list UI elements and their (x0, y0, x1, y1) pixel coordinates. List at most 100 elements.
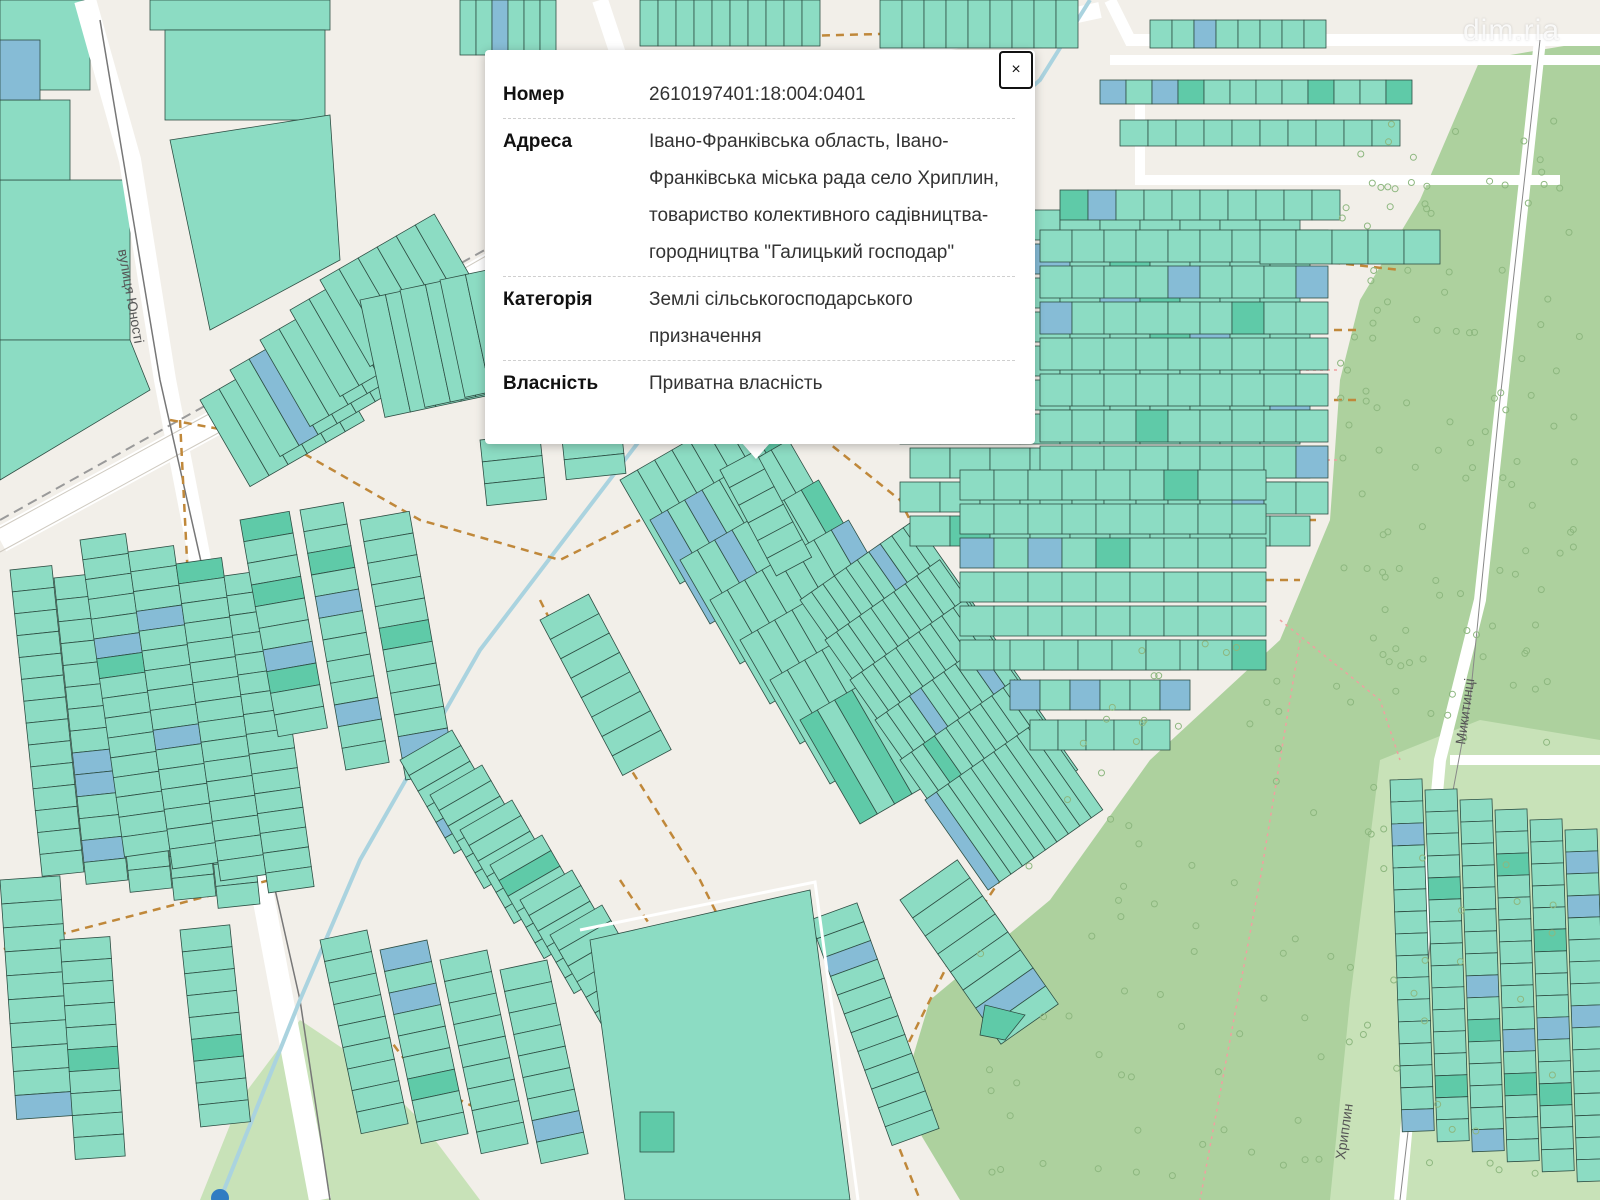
parcel[interactable] (1566, 872, 1600, 897)
parcel[interactable] (909, 515, 951, 547)
parcel[interactable] (1163, 537, 1199, 569)
parcel[interactable] (1424, 788, 1459, 813)
parcel[interactable] (1259, 229, 1297, 265)
parcel[interactable] (1468, 1040, 1502, 1065)
parcel[interactable] (1359, 79, 1387, 105)
parcel[interactable] (68, 1067, 122, 1095)
parcel[interactable] (1163, 469, 1199, 501)
parcel[interactable] (1501, 1006, 1536, 1031)
parcel[interactable] (1071, 301, 1105, 335)
parcel[interactable] (1495, 830, 1529, 855)
parcel[interactable] (1087, 189, 1117, 221)
parcel[interactable] (1499, 940, 1533, 965)
parcel[interactable] (1229, 79, 1257, 105)
parcel[interactable] (1470, 1106, 1504, 1131)
parcel[interactable] (127, 865, 173, 893)
parcel[interactable] (1499, 962, 1534, 987)
parcel[interactable] (1231, 571, 1267, 603)
parcel[interactable] (1494, 808, 1529, 833)
parcel[interactable] (1095, 571, 1131, 603)
parcel[interactable] (1071, 337, 1105, 371)
parcel[interactable] (1428, 898, 1463, 923)
parcel[interactable] (1433, 1030, 1467, 1055)
parcel[interactable] (1468, 1062, 1503, 1087)
parcel[interactable] (1199, 337, 1233, 371)
parcel[interactable] (923, 0, 947, 49)
parcel[interactable] (1311, 189, 1341, 221)
parcel[interactable] (1307, 79, 1335, 105)
parcel[interactable] (1027, 605, 1063, 637)
parcel[interactable] (0, 875, 62, 905)
parcel[interactable] (1385, 79, 1413, 105)
parcel[interactable] (1367, 229, 1405, 265)
parcel[interactable] (1199, 373, 1233, 407)
parcel[interactable] (1077, 639, 1113, 671)
parcel[interactable] (1129, 571, 1165, 603)
parcel[interactable] (993, 571, 1029, 603)
parcel[interactable] (1535, 994, 1570, 1019)
parcel[interactable] (1529, 818, 1564, 843)
parcel[interactable] (1029, 719, 1059, 751)
parcel[interactable] (1039, 229, 1073, 263)
parcel[interactable] (1394, 910, 1428, 935)
parcel[interactable] (1500, 984, 1535, 1009)
parcel[interactable] (1530, 840, 1564, 865)
parcel[interactable] (1, 899, 64, 929)
parcel[interactable] (1400, 1086, 1434, 1111)
parcel[interactable] (1197, 605, 1233, 637)
parcel[interactable] (1504, 1094, 1539, 1119)
parcel[interactable] (1263, 481, 1297, 515)
parcel[interactable] (1143, 189, 1173, 221)
parcel[interactable] (1039, 373, 1073, 407)
parcel[interactable] (1231, 469, 1267, 501)
parcel[interactable] (1167, 229, 1201, 263)
parcel[interactable] (1436, 1118, 1470, 1143)
parcel[interactable] (2, 923, 66, 953)
parcel[interactable] (1103, 337, 1137, 371)
parcel[interactable] (1197, 503, 1233, 535)
parcel[interactable] (1167, 337, 1201, 371)
parcel[interactable] (1263, 337, 1297, 371)
parcel[interactable] (1287, 119, 1317, 147)
parcel[interactable] (899, 481, 941, 513)
parcel[interactable] (1199, 265, 1233, 299)
parcel[interactable] (1498, 918, 1533, 943)
parcel[interactable] (1532, 906, 1567, 931)
parcel[interactable] (729, 0, 749, 47)
parcel[interactable] (1231, 337, 1265, 371)
parcel[interactable] (1145, 639, 1181, 671)
parcel[interactable] (1460, 820, 1494, 845)
parcel[interactable] (1011, 0, 1035, 49)
parcel[interactable] (1570, 1004, 1600, 1029)
parcel[interactable] (1315, 119, 1345, 147)
parcel[interactable] (1531, 862, 1565, 887)
parcel[interactable] (39, 849, 85, 877)
parcel[interactable] (1461, 864, 1496, 889)
parcel[interactable] (491, 0, 509, 56)
parcel[interactable] (1199, 301, 1233, 335)
parcel[interactable] (1103, 409, 1137, 443)
parcel[interactable] (959, 503, 995, 535)
parcel[interactable] (1111, 639, 1147, 671)
parcel[interactable] (747, 0, 767, 47)
parcel[interactable] (1125, 79, 1153, 105)
parcel[interactable] (1534, 972, 1569, 997)
parcel[interactable] (1567, 916, 1600, 941)
parcel[interactable] (1533, 928, 1568, 953)
parcel[interactable] (959, 571, 995, 603)
parcel[interactable] (1167, 265, 1201, 299)
parcel[interactable] (1435, 1096, 1469, 1121)
parcel[interactable] (1569, 982, 1600, 1007)
parcel[interactable] (1177, 79, 1205, 105)
parcel[interactable] (1147, 119, 1177, 147)
parcel[interactable] (1119, 119, 1149, 147)
parcel[interactable] (1390, 800, 1424, 825)
parcel[interactable] (1432, 1008, 1466, 1033)
parcel[interactable] (959, 639, 995, 671)
parcel[interactable] (1395, 954, 1430, 979)
parcel[interactable] (14, 1090, 78, 1120)
parcel[interactable] (539, 0, 557, 56)
parcel[interactable] (1071, 229, 1105, 263)
parcel[interactable] (64, 1001, 117, 1029)
parcel[interactable] (657, 0, 677, 47)
